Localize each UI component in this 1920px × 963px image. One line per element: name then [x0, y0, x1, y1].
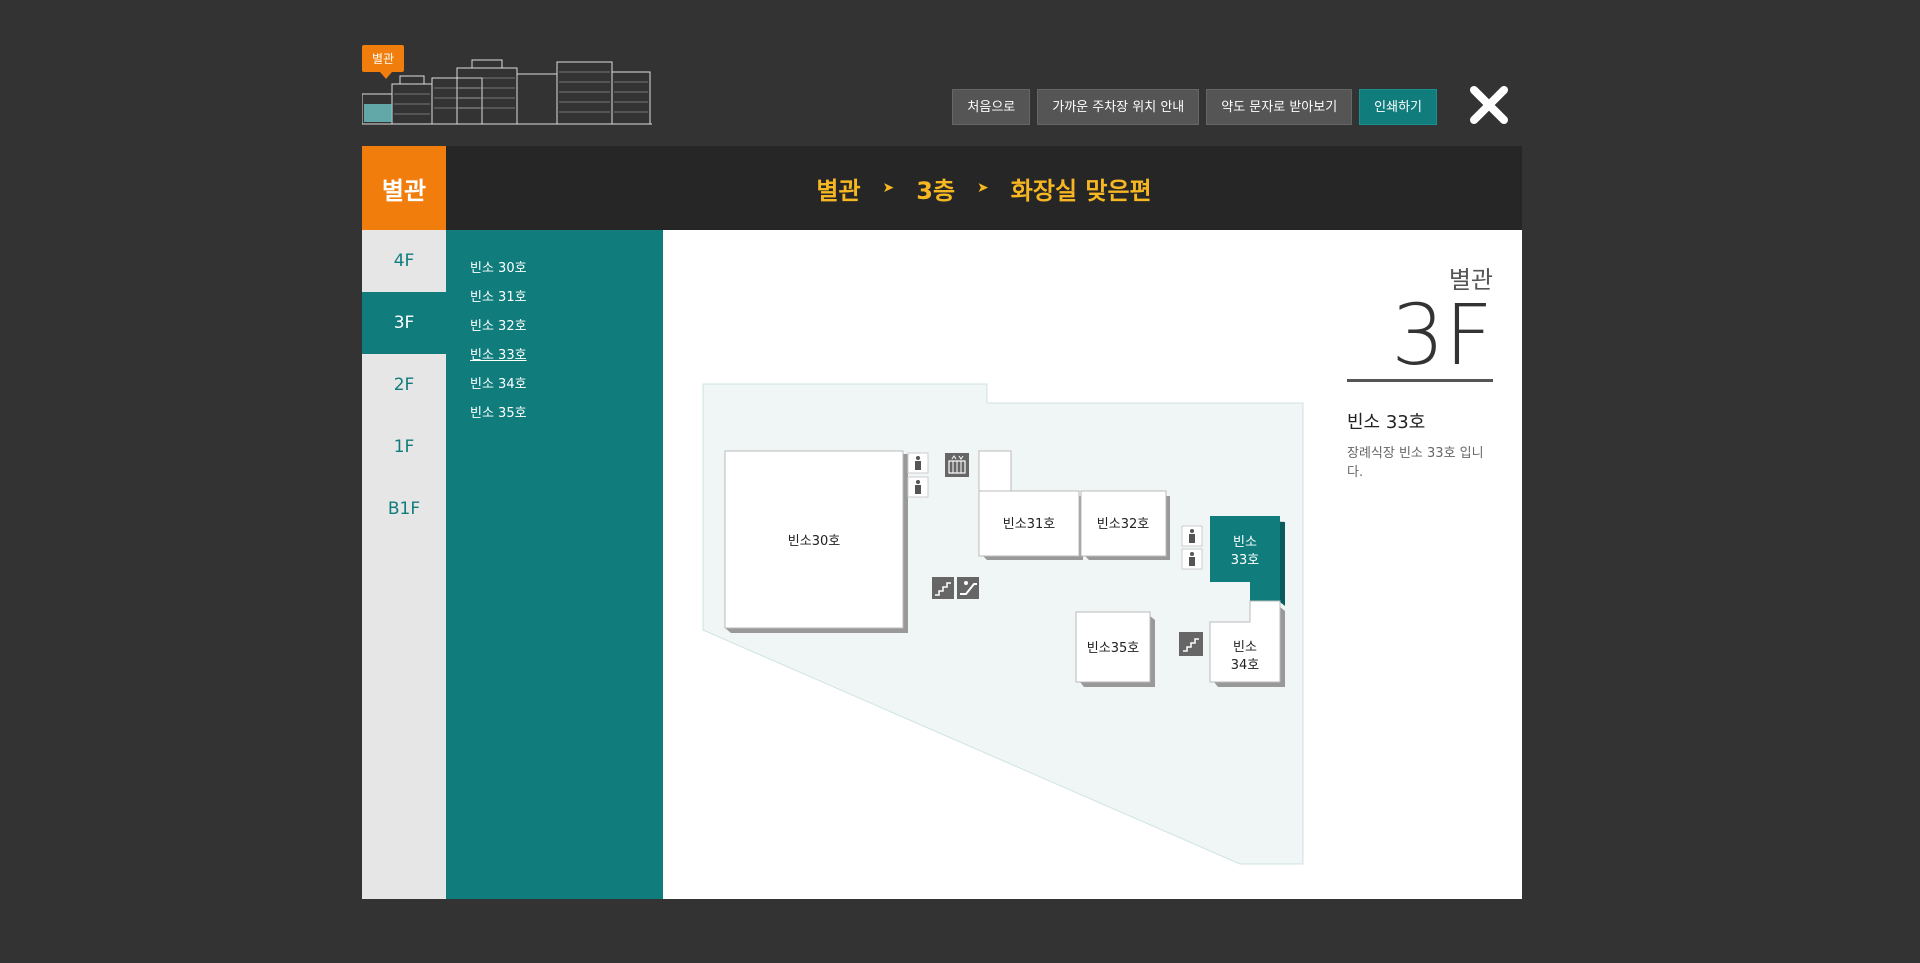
room-32[interactable]: 빈소32호	[1080, 490, 1170, 560]
room-35-label: 빈소35호	[1087, 641, 1139, 656]
room-34-label-line2: 34호	[1231, 658, 1260, 673]
nearby-parking-button[interactable]: 가까운 주차장 위치 안내	[1037, 89, 1200, 125]
stairs-icon	[932, 577, 954, 599]
room-34-label-line1: 빈소	[1233, 640, 1257, 655]
breadcrumb-location: 화장실 맞은편	[1010, 176, 1152, 205]
building-badge: 별관	[362, 45, 405, 79]
map-panel: 별관 별관 ➤ 3층 ➤ 화장실 맞은편 4F 3F 2F 1F B1F 빈소 …	[362, 146, 1522, 899]
top-button-group: 처음으로 가까운 주차장 위치 안내 약도 문자로 받아보기 인쇄하기	[952, 89, 1437, 125]
floor-tab-b1f[interactable]: B1F	[362, 478, 446, 540]
room-33-label-line1: 빈소	[1233, 535, 1257, 550]
room-list: 빈소 30호 빈소 31호 빈소 32호 빈소 33호 빈소 34호 빈소 35…	[446, 230, 663, 899]
top-bar: 별관 처음으로 가까운 주차장 위치 안내 약도 문자로 받아보기 인쇄하기	[362, 40, 1522, 140]
building-illustration	[362, 59, 652, 125]
floor-selector: 4F 3F 2F 1F B1F	[362, 230, 446, 899]
floor-tab-2f[interactable]: 2F	[362, 354, 446, 416]
room-info-panel: 별관 3F 빈소 33호 장례식장 빈소 33호 입니다.	[1347, 260, 1493, 482]
header-building-label: 별관	[362, 146, 446, 230]
room-33-label-line2: 33호	[1231, 553, 1260, 568]
room-31-label: 빈소31호	[1003, 517, 1055, 532]
room-link-31[interactable]: 빈소 31호	[470, 283, 663, 312]
restroom-icon	[907, 452, 929, 474]
floor-tab-1f[interactable]: 1F	[362, 416, 446, 478]
chevron-right-icon: ➤	[977, 180, 989, 196]
elevator-icon	[945, 453, 969, 477]
restroom-icon	[1181, 525, 1203, 547]
room-30-label: 빈소30호	[788, 534, 840, 549]
sms-map-button[interactable]: 약도 문자로 받아보기	[1206, 89, 1353, 125]
breadcrumb-building: 별관	[816, 176, 861, 205]
info-description: 장례식장 빈소 33호 입니다.	[1347, 446, 1484, 480]
print-button[interactable]: 인쇄하기	[1359, 89, 1437, 125]
room-link-35[interactable]: 빈소 35호	[470, 399, 663, 428]
info-floor: 3F	[1347, 293, 1493, 382]
header-bar: 별관 별관 ➤ 3층 ➤ 화장실 맞은편	[362, 146, 1522, 230]
room-32-label: 빈소32호	[1097, 517, 1149, 532]
room-link-34[interactable]: 빈소 34호	[470, 370, 663, 399]
restroom-icon	[1181, 548, 1203, 570]
breadcrumb: 별관 ➤ 3층 ➤ 화장실 맞은편	[446, 146, 1522, 230]
room-link-32[interactable]: 빈소 32호	[470, 312, 663, 341]
restroom-icon	[907, 476, 929, 498]
chevron-right-icon: ➤	[882, 180, 895, 196]
escalator-icon	[957, 577, 979, 599]
room-30[interactable]: 빈소30호	[724, 450, 908, 633]
room-35[interactable]: 빈소35호	[1075, 611, 1155, 687]
close-icon[interactable]	[1468, 84, 1510, 126]
floor-tab-4f[interactable]: 4F	[362, 230, 446, 292]
stairs-icon	[1179, 632, 1203, 656]
home-button[interactable]: 처음으로	[952, 89, 1031, 125]
floor-map: 빈소30호 빈소31호 빈소32호 빈소 33호 빈소 34호 빈소35호 별관…	[663, 230, 1522, 899]
floor-tab-3f[interactable]: 3F	[362, 292, 446, 354]
room-link-30[interactable]: 빈소 30호	[470, 254, 663, 283]
info-room-title: 빈소 33호	[1347, 412, 1426, 433]
room-link-33[interactable]: 빈소 33호	[470, 341, 663, 370]
breadcrumb-floor: 3층	[916, 176, 956, 205]
